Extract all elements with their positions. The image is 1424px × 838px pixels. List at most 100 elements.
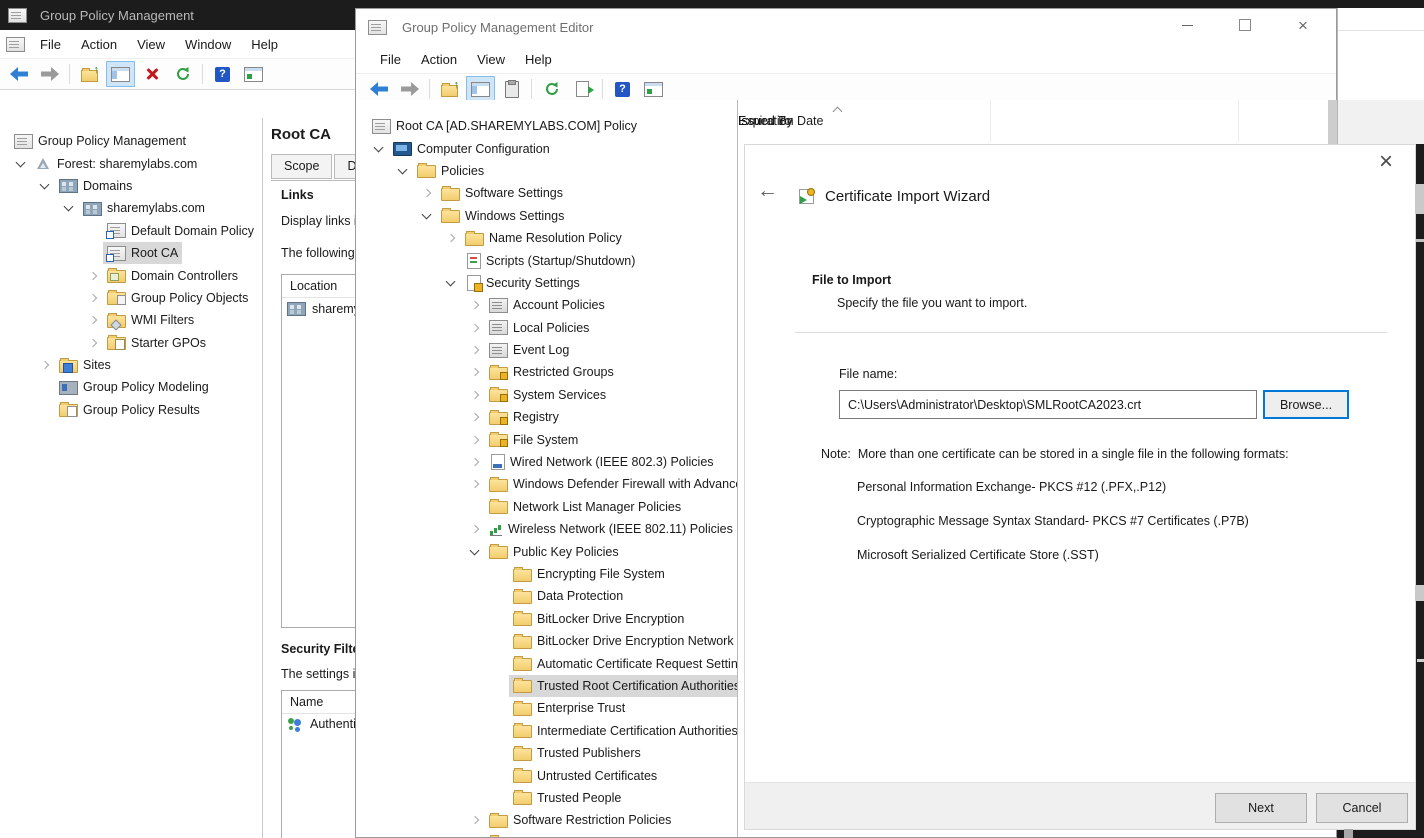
wizard-close-button[interactable]: × — [1371, 147, 1401, 177]
tree-item-registry[interactable]: Registry — [356, 406, 737, 428]
expand-chevron-icon[interactable] — [464, 302, 485, 308]
edge-scrollbar-thumb[interactable] — [1415, 585, 1424, 601]
tree-item-name-resolution-policy[interactable]: Name Resolution Policy — [356, 227, 737, 249]
tree-item-group-policy-modeling[interactable]: Group Policy Modeling — [0, 376, 262, 398]
expand-chevron-icon[interactable] — [464, 369, 485, 375]
tree-item-restricted-groups[interactable]: Restricted Groups — [356, 361, 737, 383]
expand-chevron-icon[interactable] — [82, 340, 103, 346]
help-button[interactable]: ? — [608, 76, 637, 102]
tree-item-sharemylabs-com[interactable]: sharemylabs.com — [0, 197, 262, 219]
tree-item-root-ca-ad-sharemylabs-com-policy[interactable]: Root CA [AD.SHAREMYLABS.COM] Policy — [356, 115, 737, 137]
browse-button[interactable]: Browse... — [1263, 390, 1349, 419]
tree-item-computer-configuration[interactable]: Computer Configuration — [356, 137, 737, 159]
tree-item-untrusted-certificates[interactable]: Untrusted Certificates — [356, 764, 737, 786]
tree-item-wireless-network-ieee-802-11-policies[interactable]: Wireless Network (IEEE 802.11) Policies — [356, 518, 737, 540]
next-button[interactable]: Next — [1215, 793, 1307, 823]
cancel-button[interactable]: Cancel — [1316, 793, 1408, 823]
menu-item-view[interactable]: View — [467, 48, 515, 71]
new-window-button[interactable] — [239, 61, 268, 87]
expand-chevron-icon[interactable] — [82, 273, 103, 279]
tree-item-wired-network-ieee-802-3-policies[interactable]: Wired Network (IEEE 802.3) Policies — [356, 451, 737, 473]
expand-chevron-icon[interactable] — [82, 317, 103, 323]
column-separator[interactable] — [1238, 100, 1239, 142]
expand-chevron-icon[interactable] — [464, 437, 485, 443]
tree-item-security-settings[interactable]: Security Settings — [356, 272, 737, 294]
tree-item-local-policies[interactable]: Local Policies — [356, 317, 737, 339]
tree-item-software-settings[interactable]: Software Settings — [356, 182, 737, 204]
back-button[interactable] — [4, 61, 33, 87]
show-console-tree-button[interactable] — [466, 76, 495, 102]
tree-item-domain-controllers[interactable]: Domain Controllers — [0, 264, 262, 286]
help-button[interactable]: ? — [208, 61, 237, 87]
expand-chevron-icon[interactable] — [58, 203, 79, 213]
expand-chevron-icon[interactable] — [392, 166, 413, 176]
edge-scrollbar-thumb[interactable] — [1415, 184, 1424, 214]
tree-item-public-key-policies[interactable]: Public Key Policies — [356, 540, 737, 562]
forward-button[interactable] — [35, 61, 64, 87]
tree-item-application-control-policies[interactable]: Application Control Policies — [356, 832, 737, 838]
menu-item-file[interactable]: File — [30, 33, 71, 56]
tree-item-root-ca[interactable]: Root CA — [0, 242, 262, 264]
new-window-button[interactable] — [639, 76, 668, 102]
menu-item-help[interactable]: Help — [241, 33, 288, 56]
expand-chevron-icon[interactable] — [82, 295, 103, 301]
expand-chevron-icon[interactable] — [416, 211, 437, 221]
name-column-header[interactable]: Name — [282, 691, 357, 714]
tree-item-wmi-filters[interactable]: WMI Filters — [0, 309, 262, 331]
expand-chevron-icon[interactable] — [464, 347, 485, 353]
tree-item-account-policies[interactable]: Account Policies — [356, 294, 737, 316]
expand-chevron-icon[interactable] — [440, 235, 461, 241]
location-row[interactable]: sharemylabs.com — [282, 298, 357, 319]
tree-item-sites[interactable]: Sites — [0, 354, 262, 376]
expand-chevron-icon[interactable] — [464, 817, 485, 823]
export-list-button[interactable] — [568, 76, 597, 102]
expand-chevron-icon[interactable] — [34, 362, 55, 368]
tree-item-windows-settings[interactable]: Windows Settings — [356, 205, 737, 227]
tree-item-data-protection[interactable]: Data Protection — [356, 585, 737, 607]
wizard-back-button[interactable]: ← — [757, 179, 778, 203]
tree-item-encrypting-file-system[interactable]: Encrypting File System — [356, 563, 737, 585]
expand-chevron-icon[interactable] — [464, 325, 485, 331]
tree-item-starter-gpos[interactable]: Starter GPOs — [0, 332, 262, 354]
expand-chevron-icon[interactable] — [34, 181, 55, 191]
tree-item-forest-sharemylabs-com[interactable]: Forest: sharemylabs.com — [0, 152, 262, 174]
tree-item-group-policy-results[interactable]: Group Policy Results — [0, 399, 262, 421]
expand-chevron-icon[interactable] — [464, 392, 485, 398]
tree-item-group-policy-objects[interactable]: Group Policy Objects — [0, 287, 262, 309]
delete-button[interactable] — [137, 61, 166, 87]
tree-item-bitlocker-drive-encryption-network-unloc[interactable]: BitLocker Drive Encryption Network Unloc… — [356, 630, 737, 652]
up-one-level-button[interactable] — [435, 76, 464, 102]
expand-chevron-icon[interactable] — [416, 190, 437, 196]
tree-item-network-list-manager-policies[interactable]: Network List Manager Policies — [356, 496, 737, 518]
forward-button[interactable] — [395, 76, 424, 102]
tree-item-software-restriction-policies[interactable]: Software Restriction Policies — [356, 809, 737, 831]
close-button[interactable]: × — [1274, 9, 1332, 41]
column-separator[interactable] — [990, 100, 991, 142]
tree-item-enterprise-trust[interactable]: Enterprise Trust — [356, 697, 737, 719]
tree-item-event-log[interactable]: Event Log — [356, 339, 737, 361]
tree-item-file-system[interactable]: File System — [356, 428, 737, 450]
refresh-button[interactable] — [537, 76, 566, 102]
expand-chevron-icon[interactable] — [10, 159, 31, 169]
tree-item-trusted-publishers[interactable]: Trusted Publishers — [356, 742, 737, 764]
expand-chevron-icon[interactable] — [464, 414, 485, 420]
tree-item-intermediate-certification-authorities[interactable]: Intermediate Certification Authorities — [356, 720, 737, 742]
tree-item-bitlocker-drive-encryption[interactable]: BitLocker Drive Encryption — [356, 608, 737, 630]
show-console-tree-button[interactable] — [106, 61, 135, 87]
location-column-header[interactable]: Location — [282, 275, 357, 298]
expand-chevron-icon[interactable] — [464, 526, 485, 532]
menu-item-window[interactable]: Window — [175, 33, 241, 56]
tree-item-default-domain-policy[interactable]: Default Domain Policy — [0, 220, 262, 242]
paste-button[interactable] — [497, 76, 526, 102]
file-name-input[interactable]: C:\Users\Administrator\Desktop\SMLRootCA… — [839, 390, 1257, 419]
tree-item-automatic-certificate-request-settings[interactable]: Automatic Certificate Request Settings — [356, 652, 737, 674]
expand-chevron-icon[interactable] — [464, 547, 485, 557]
column-header-expiration-date[interactable]: Expiration Date — [738, 114, 823, 128]
menu-item-file[interactable]: File — [370, 48, 411, 71]
authenticated-users-row[interactable]: Authenticated Users — [282, 714, 357, 734]
gpme-results-scrollbar[interactable] — [1328, 100, 1337, 146]
tree-item-windows-defender-firewall-with-advanced-[interactable]: Windows Defender Firewall with Advanced … — [356, 473, 737, 495]
tree-item-trusted-root-certification-authorities[interactable]: Trusted Root Certification Authorities — [356, 675, 737, 697]
expand-chevron-icon[interactable] — [440, 278, 461, 288]
expand-chevron-icon[interactable] — [368, 144, 389, 154]
